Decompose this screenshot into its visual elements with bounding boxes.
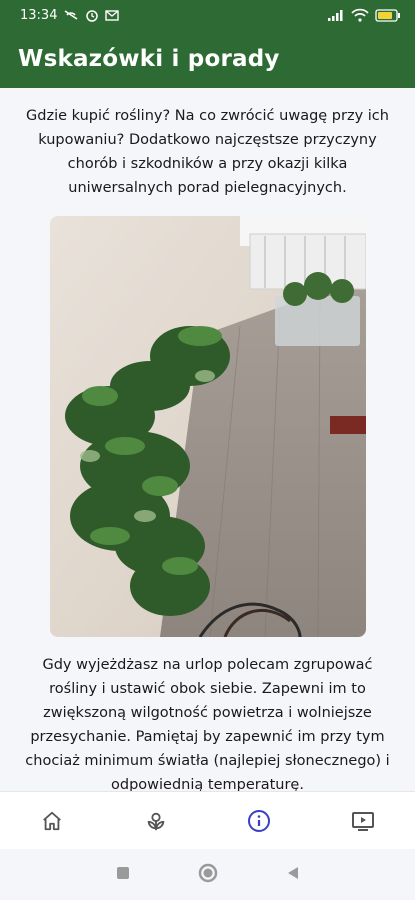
tv-play-icon xyxy=(352,811,375,831)
content-scroll[interactable]: Gdzie kupić rośliny? Na co zwrócić uwagę… xyxy=(0,88,415,791)
back-button[interactable] xyxy=(286,865,300,885)
home-icon xyxy=(43,811,61,830)
nav-videos[interactable] xyxy=(333,792,393,850)
bottom-nav xyxy=(0,791,415,849)
mail-icon xyxy=(105,9,120,21)
plant-icon xyxy=(147,812,164,830)
wifi-icon xyxy=(351,8,369,22)
info-icon xyxy=(248,809,271,832)
nav-tips[interactable] xyxy=(229,792,289,850)
plants-photo xyxy=(49,216,366,637)
home-system-button[interactable] xyxy=(198,863,218,887)
nav-plants[interactable] xyxy=(126,792,186,850)
page-title: Wskazówki i porady xyxy=(18,46,280,72)
square-icon xyxy=(116,867,129,879)
alarm-icon xyxy=(85,8,99,22)
battery-icon xyxy=(375,8,401,22)
circle-icon xyxy=(198,863,217,882)
signal-icon xyxy=(327,9,345,21)
app-bar: Wskazówki i porady xyxy=(0,30,415,88)
no-wifi-sync-icon xyxy=(63,8,79,22)
intro-text: Gdzie kupić rośliny? Na co zwrócić uwagę… xyxy=(26,108,389,196)
nav-home[interactable] xyxy=(22,792,82,850)
recents-button[interactable] xyxy=(116,865,130,884)
triangle-back-icon xyxy=(287,866,298,879)
status-bar: 13:34 xyxy=(0,0,415,30)
system-nav-bar xyxy=(0,849,415,900)
tip-text: Gdy wyjeżdżasz na urlop polecam zgrupowa… xyxy=(25,657,390,791)
status-time: 13:34 xyxy=(20,7,58,23)
